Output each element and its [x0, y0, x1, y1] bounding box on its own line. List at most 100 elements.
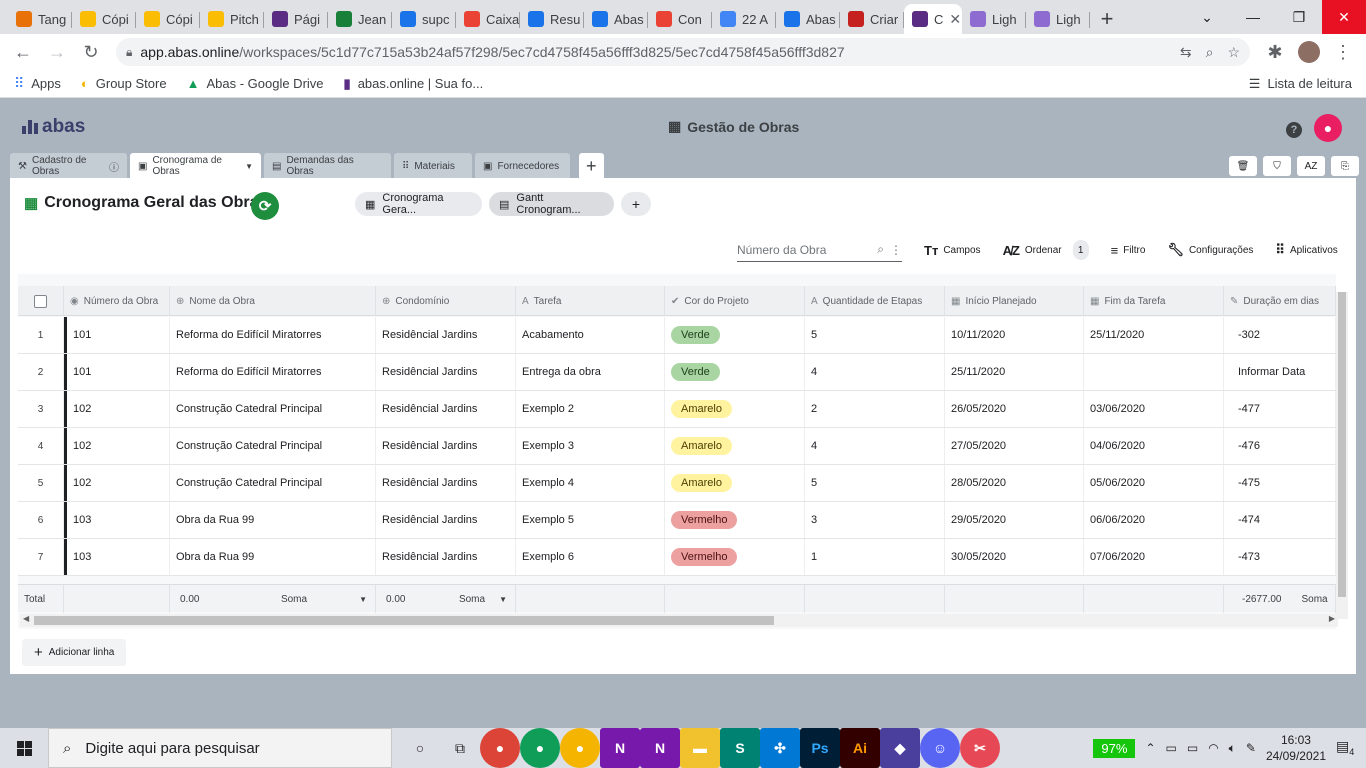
totals-nome[interactable]: 0.00 Soma ▼	[170, 585, 376, 613]
cell-duracao[interactable]: -477	[1224, 391, 1336, 427]
row-number[interactable]: 3	[18, 391, 64, 427]
chrome-icon[interactable]: ●	[520, 728, 560, 768]
search-icon[interactable]: ⌕	[877, 242, 884, 257]
pinwheel-icon[interactable]: ✣	[760, 728, 800, 768]
cell-inicio[interactable]: 30/05/2020	[945, 539, 1084, 575]
cell-tarefa[interactable]: Acabamento	[516, 317, 665, 353]
search-options-icon[interactable]: ⋮	[890, 243, 902, 257]
col-duracao-em-dias[interactable]: ✎ Duração em dias	[1224, 286, 1336, 316]
trash-icon[interactable]: 🗑︎	[1229, 156, 1257, 176]
col-quantidade-de-etapas[interactable]: A Quantidade de Etapas	[805, 286, 945, 316]
browser-tab[interactable]: Resu	[520, 4, 584, 34]
discord-icon[interactable]: ☺	[920, 728, 960, 768]
taskbar-search-input[interactable]: ⌕ Digite aqui para pesquisar	[48, 728, 392, 768]
tab-cadastro-de-obras[interactable]: ⚒ Cadastro de Obras ⓘ	[10, 153, 127, 179]
bookmark-group-store[interactable]: ◐ Group Store	[81, 76, 167, 91]
cell-numero[interactable]: 103	[64, 539, 170, 575]
back-icon[interactable]: ←	[8, 37, 38, 67]
cell-nome[interactable]: Obra da Rua 99	[170, 502, 376, 538]
totals-condominio[interactable]: 0.00 Soma ▼	[376, 585, 516, 613]
start-button[interactable]	[0, 728, 48, 768]
cell-fim[interactable]: 05/06/2020	[1084, 465, 1224, 501]
cell-tarefa[interactable]: Exemplo 6	[516, 539, 665, 575]
chrome-icon[interactable]: ●	[480, 728, 520, 768]
browser-tab[interactable]: Con	[648, 4, 712, 34]
dropdown-caret-icon[interactable]: ▼	[245, 162, 253, 171]
cell-nome[interactable]: Reforma do Edifícil Miratorres	[170, 317, 376, 353]
cell-nome[interactable]: Construção Catedral Principal	[170, 391, 376, 427]
table-row[interactable]: 1 101 Reforma do Edifícil Miratorres Residê…	[18, 317, 1336, 354]
browser-tab[interactable]: Jean	[328, 4, 392, 34]
cell-nome[interactable]: Reforma do Edifícil Miratorres	[170, 354, 376, 390]
cell-inicio[interactable]: 10/11/2020	[945, 317, 1084, 353]
browser-tab[interactable]: Caixa	[456, 4, 520, 34]
chrome-icon[interactable]: ●	[560, 728, 600, 768]
photoshop-icon[interactable]: Ps	[800, 728, 840, 768]
cell-numero[interactable]: 101	[64, 317, 170, 353]
file-explorer-icon[interactable]: ▬	[680, 728, 720, 768]
row-number[interactable]: 4	[18, 428, 64, 464]
cell-cor[interactable]: Vermelho	[665, 502, 805, 538]
col-fim-da-tarefa[interactable]: ▦ Fim da Tarefa	[1084, 286, 1224, 316]
browser-tab[interactable]: supc	[392, 4, 456, 34]
cell-cor[interactable]: Amarelo	[665, 428, 805, 464]
cell-inicio[interactable]: 27/05/2020	[945, 428, 1084, 464]
cell-duracao[interactable]: Informar Data	[1224, 354, 1336, 390]
tab-search-icon[interactable]: ⌄	[1184, 0, 1230, 34]
cell-cor[interactable]: Amarelo	[665, 465, 805, 501]
menu-icon[interactable]: ⋮	[1328, 37, 1358, 67]
notifications-icon[interactable]: ▤4	[1336, 738, 1356, 758]
col-inicio-planejado[interactable]: ▦ Início Planejado	[945, 286, 1084, 316]
cell-duracao[interactable]: -475	[1224, 465, 1336, 501]
cell-nome[interactable]: Construção Catedral Principal	[170, 428, 376, 464]
tab-fornecedores[interactable]: ▣ Fornecedores	[475, 153, 570, 179]
view-cronograma[interactable]: ▦ Cronograma Gera...	[355, 192, 482, 216]
bookmark-abas-drive[interactable]: ▲ Abas - Google Drive	[187, 76, 324, 91]
col-tarefa[interactable]: A Tarefa	[516, 286, 665, 316]
row-number[interactable]: 5	[18, 465, 64, 501]
add-sheet-button[interactable]: +	[579, 153, 604, 179]
cell-condominio[interactable]: Residêncial Jardins	[376, 428, 516, 464]
add-view-button[interactable]: +	[621, 192, 651, 216]
battery-icon[interactable]: ▭	[1187, 741, 1198, 755]
table-row[interactable]: 2 101 Reforma do Edifícil Miratorres Residê…	[18, 354, 1336, 391]
cell-etapas[interactable]: 5	[805, 317, 945, 353]
dropdown-caret-icon[interactable]: ▼	[359, 595, 367, 604]
cell-fim[interactable]	[1084, 354, 1224, 390]
col-nome-da-obra[interactable]: ⊕ Nome da Obra	[170, 286, 376, 316]
illustrator-icon[interactable]: Ai	[840, 728, 880, 768]
select-all-checkbox[interactable]	[18, 286, 64, 316]
totals-duracao[interactable]: -2677.00 Soma	[1224, 585, 1336, 613]
bookmark-star-icon[interactable]: ☆	[1227, 44, 1240, 61]
battery-indicator[interactable]: 97%	[1093, 738, 1136, 758]
col-cor-do-projeto[interactable]: ✔ Cor do Projeto	[665, 286, 805, 316]
row-number[interactable]: 6	[18, 502, 64, 538]
diamond-app-icon[interactable]: ◆	[880, 728, 920, 768]
cell-condominio[interactable]: Residêncial Jardins	[376, 354, 516, 390]
campos-button[interactable]: Tт Campos	[924, 243, 981, 258]
cell-condominio[interactable]: Residêncial Jardins	[376, 465, 516, 501]
clock[interactable]: 16:03 24/09/2021	[1266, 732, 1326, 764]
table-row[interactable]: 6 103 Obra da Rua 99 Residêncial Jardins Exe…	[18, 502, 1336, 539]
bookmark-abas-online[interactable]: ▮ abas.online | Sua fo...	[344, 76, 484, 92]
table-row[interactable]: 5 102 Construção Catedral Principal Residên…	[18, 465, 1336, 502]
filtro-button[interactable]: ≡ Filtro	[1111, 243, 1146, 258]
row-number[interactable]: 2	[18, 354, 64, 390]
cell-cor[interactable]: Verde	[665, 317, 805, 353]
browser-tab[interactable]: 22 A	[712, 4, 776, 34]
profile-avatar[interactable]	[1294, 37, 1324, 67]
browser-tab[interactable]: C ✕	[904, 4, 962, 34]
extensions-icon[interactable]: ✱	[1260, 37, 1290, 67]
reading-list[interactable]: ☰ Lista de leitura	[1249, 76, 1352, 92]
show-hidden-icons[interactable]: ⌃	[1145, 741, 1155, 755]
task-view-icon[interactable]: ⧉	[440, 728, 480, 768]
volume-icon[interactable]: 🔈︎	[1229, 741, 1236, 756]
sort-az-icon[interactable]: AZ	[1297, 156, 1325, 176]
reload-icon[interactable]: ↻	[76, 37, 106, 67]
add-row-button[interactable]: + Adicionar linha	[22, 639, 127, 666]
close-tab-icon[interactable]: ✕	[949, 11, 961, 28]
cell-fim[interactable]: 06/06/2020	[1084, 502, 1224, 538]
row-number[interactable]: 7	[18, 539, 64, 575]
row-number[interactable]: 1	[18, 317, 64, 353]
sync-icon[interactable]: ⟳	[251, 192, 279, 220]
